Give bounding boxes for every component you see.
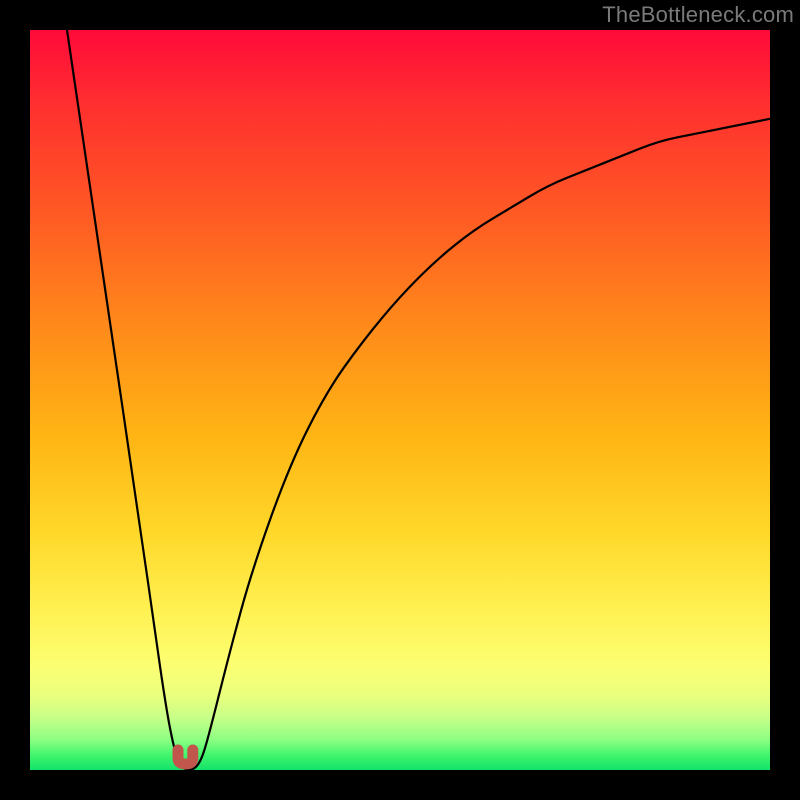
curve-layer <box>30 30 770 770</box>
plot-area <box>30 30 770 770</box>
chart-frame: TheBottleneck.com <box>0 0 800 800</box>
minimum-marker <box>178 750 193 764</box>
bottleneck-curve <box>67 30 770 770</box>
watermark-text: TheBottleneck.com <box>602 2 794 28</box>
